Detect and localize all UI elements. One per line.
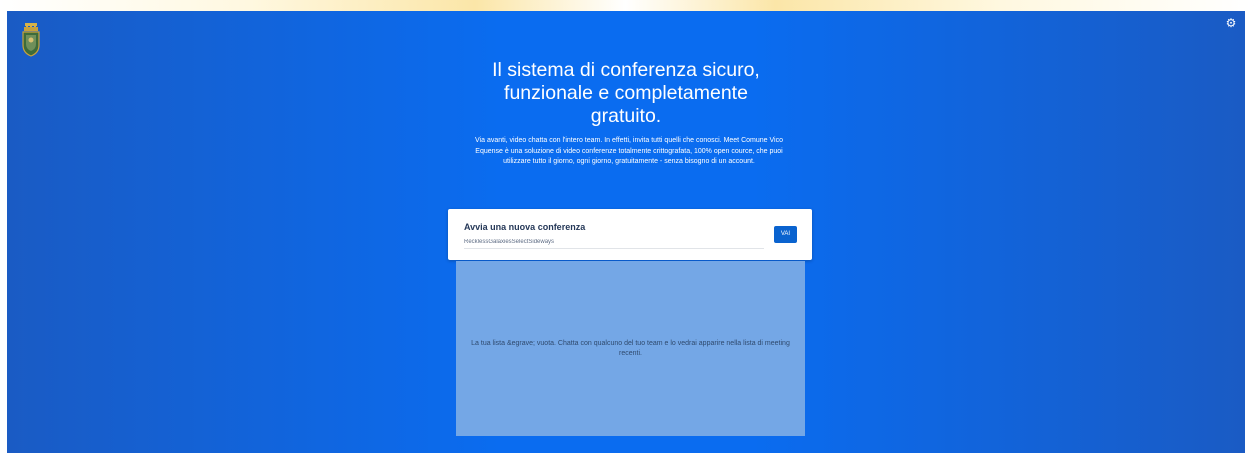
new-conference-card: Avvia una nuova conferenza VAI [448, 209, 812, 260]
top-banner-strip [0, 0, 1251, 11]
hero-title: Il sistema di conferenza sicuro, funzion… [492, 59, 760, 127]
go-button[interactable]: VAI [774, 226, 797, 243]
welcome-page: ⚙ Il sistema di conferenza sicuro, funzi… [7, 11, 1245, 453]
room-name-input[interactable] [464, 236, 764, 249]
coat-of-arms-logo [21, 23, 41, 57]
new-conference-title: Avvia una nuova conferenza [464, 222, 586, 232]
recent-meetings-empty-message: La tua lista &egrave; vuota. Chatta con … [471, 340, 790, 357]
gear-icon[interactable]: ⚙ [1225, 17, 1237, 29]
hero-description: Via avanti, video chatta con l'intero te… [475, 137, 783, 165]
recent-meetings-panel: La tua lista &egrave; vuota. Chatta con … [456, 261, 805, 436]
